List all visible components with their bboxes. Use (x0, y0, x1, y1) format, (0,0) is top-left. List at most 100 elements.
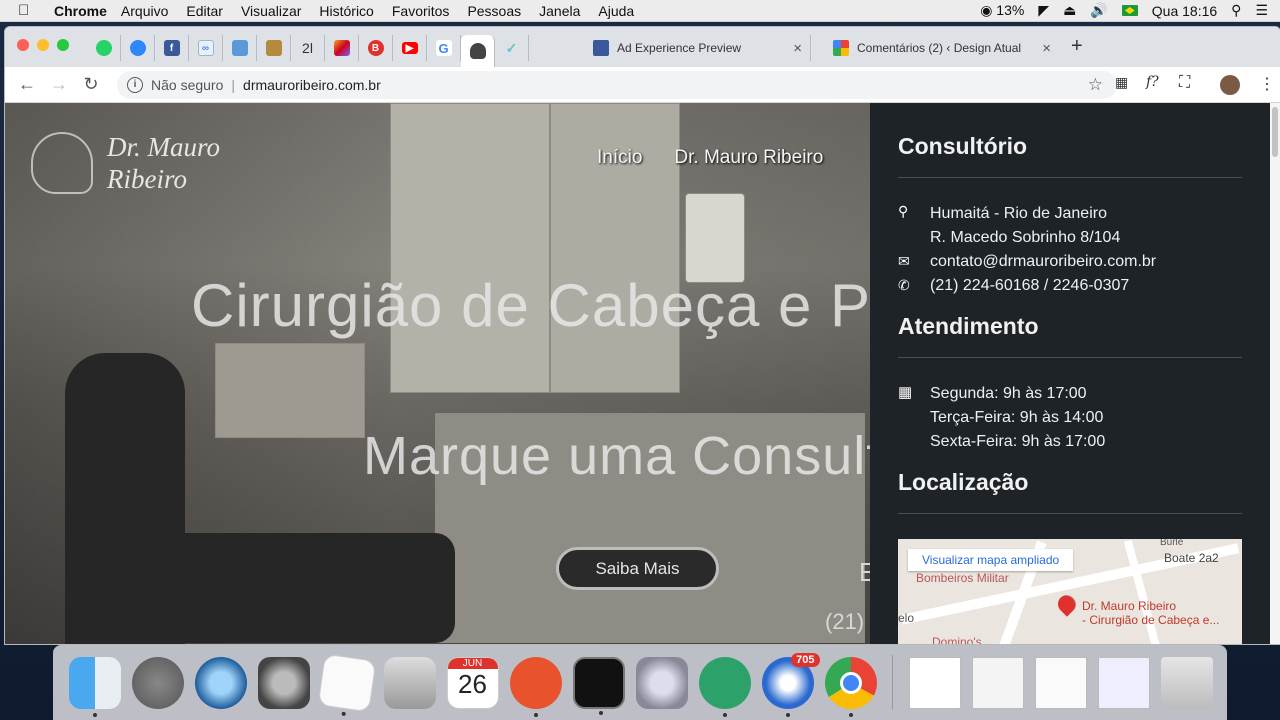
id-card-icon: ▦ (898, 384, 913, 401)
minimize-window-button[interactable] (37, 39, 49, 51)
hours-tuesday: Terça-Feira: 9h às 14:00 (930, 409, 1104, 426)
screenshot-extension-icon[interactable]: ⛶ (1179, 74, 1190, 92)
input-source-flag-icon[interactable] (1121, 5, 1138, 16)
youtube-icon: ▶ (401, 42, 418, 54)
menu-favoritos[interactable]: Favoritos (392, 3, 450, 19)
atom-icon[interactable] (698, 656, 751, 717)
document-thumbnail[interactable] (908, 656, 961, 709)
dock: JUN 26 705 (53, 645, 1227, 720)
box-icon (265, 40, 282, 56)
close-window-button[interactable] (17, 39, 29, 51)
menu-historico[interactable]: Histórico (319, 3, 373, 19)
sheet-extension-icon[interactable]: ▦ (1115, 74, 1128, 91)
hero-title: Cirurgião de Cabeça e P (191, 272, 872, 339)
back-arrow-icon[interactable]: ← (11, 74, 43, 95)
address-line-2: R. Macedo Sobrinho 8/104 (930, 229, 1121, 246)
email-link[interactable]: contato@drmauroribeiro.com.br (930, 253, 1156, 271)
pinned-tab-link[interactable]: ∞ (189, 35, 223, 61)
pinned-tab-youtube[interactable]: ▶ (393, 35, 427, 61)
spotlight-search-icon[interactable]: ⚲ (1231, 2, 1241, 19)
trash-icon[interactable] (1160, 656, 1213, 709)
divider (898, 513, 1242, 514)
close-tab-icon[interactable]: × (793, 40, 802, 57)
calendar-icon[interactable]: JUN 26 (446, 656, 499, 709)
logo-text: Dr. Mauro Ribeiro (107, 131, 220, 195)
info-icon[interactable]: i (127, 77, 143, 93)
system-preferences-gear-icon[interactable] (257, 656, 310, 709)
forward-arrow-icon[interactable]: → (43, 74, 75, 95)
page-scrollbar[interactable] (1270, 103, 1280, 644)
pinned-tab-google[interactable]: G (427, 35, 461, 61)
address-bar[interactable]: i Não seguro | drmauroribeiro.com.br ☆ (117, 71, 1117, 99)
tab-comentarios[interactable]: Comentários (2) ‹ Design Atual × (823, 35, 1059, 61)
window-controls (17, 39, 69, 51)
map-pin-icon[interactable] (1054, 591, 1080, 617)
window-thumbnail[interactable] (1034, 656, 1087, 709)
pinned-tab-messenger[interactable] (121, 35, 155, 61)
finder-icon[interactable] (68, 656, 121, 717)
tab-ad-experience[interactable]: Ad Experience Preview × (583, 35, 811, 61)
terminal-icon[interactable] (572, 656, 625, 715)
chrome-icon[interactable] (824, 656, 877, 717)
dispenser-photo (685, 193, 745, 283)
menu-ajuda[interactable]: Ajuda (598, 3, 634, 19)
view-larger-map-button[interactable]: Visualizar mapa ampliado (908, 549, 1074, 571)
menu-visualizar[interactable]: Visualizar (241, 3, 301, 19)
volume-icon[interactable]: 🔊 (1090, 2, 1107, 19)
presentation-app-icon[interactable] (509, 656, 562, 717)
url-text[interactable]: drmauroribeiro.com.br (243, 77, 381, 93)
menu-pessoas[interactable]: Pessoas (467, 3, 521, 19)
saiba-mais-button[interactable]: Saiba Mais (556, 547, 719, 590)
map-label-dominos: Domino's (932, 635, 982, 644)
close-tab-icon[interactable]: × (1042, 40, 1051, 57)
profile-avatar[interactable] (1220, 75, 1240, 95)
pinned-tab-facebook[interactable]: f (155, 35, 189, 61)
pinned-tab-shield[interactable] (325, 35, 359, 61)
quicktime-icon[interactable] (194, 656, 247, 709)
reload-icon[interactable]: ↻ (75, 74, 107, 95)
menu-arquivo[interactable]: Arquivo (121, 3, 168, 19)
thunderbird-mail-icon[interactable]: 705 (761, 652, 820, 717)
nav-inicio[interactable]: Início (597, 147, 642, 169)
window-thumbnail[interactable] (1097, 656, 1150, 709)
clock[interactable]: Qua 18:16 (1152, 3, 1217, 19)
pinned-tab-whatsapp[interactable] (87, 35, 121, 61)
textedit-icon[interactable] (317, 653, 376, 716)
chrome-center (839, 671, 862, 694)
running-indicator (598, 710, 603, 715)
google-icon: G (435, 40, 452, 56)
menu-app-name[interactable]: Chrome (54, 3, 107, 19)
scrollbar-thumb[interactable] (1272, 107, 1278, 157)
apple-icon[interactable]:  (18, 2, 40, 19)
wifi-icon[interactable]: ◤ (1038, 2, 1049, 19)
pinned-tab-box[interactable] (257, 35, 291, 61)
launchpad-rocket-icon[interactable] (131, 656, 184, 709)
hero-subtitle: Marque uma Consult (363, 426, 883, 486)
battery-status[interactable]: ◉ 13% (980, 2, 1024, 19)
pinned-tab-b[interactable]: B (359, 35, 393, 61)
calculator-icon[interactable] (383, 656, 436, 709)
pinned-tab-2l[interactable]: 2l (291, 35, 325, 61)
monitor-photo (215, 343, 365, 438)
pinned-tab-active[interactable] (461, 35, 495, 67)
nav-dr-mauro-ribeiro[interactable]: Dr. Mauro Ribeiro (674, 147, 823, 169)
zoom-window-button[interactable] (57, 39, 69, 51)
menu-editar[interactable]: Editar (186, 3, 223, 19)
notification-center-icon[interactable]: ☰ (1255, 2, 1268, 19)
screenshot-thumbnail[interactable] (971, 656, 1024, 709)
eject-icon[interactable]: ⏏ (1063, 2, 1076, 19)
map-label-elo: elo (898, 611, 915, 625)
new-tab-button[interactable]: + (1071, 35, 1083, 58)
embedded-map[interactable]: Visualizar mapa ampliado Bombeiros Milit… (898, 539, 1242, 644)
pinned-tab-photos[interactable] (223, 35, 257, 61)
font-extension-button[interactable]: f? (1146, 74, 1159, 90)
hours-friday: Sexta-Feira: 9h às 17:00 (930, 433, 1106, 450)
settings-gear-icon[interactable] (635, 656, 688, 709)
pinned-tab-2l-label: 2l (302, 40, 313, 56)
bookmark-star-icon[interactable]: ☆ (1088, 75, 1103, 95)
menu-janela[interactable]: Janela (539, 3, 580, 19)
chrome-menu-icon[interactable]: ⋮ (1259, 74, 1275, 94)
pinned-tab-check[interactable]: ✓ (495, 35, 529, 61)
site-logo[interactable]: Dr. Mauro Ribeiro (31, 131, 220, 195)
mail-badge: 705 (791, 652, 820, 667)
